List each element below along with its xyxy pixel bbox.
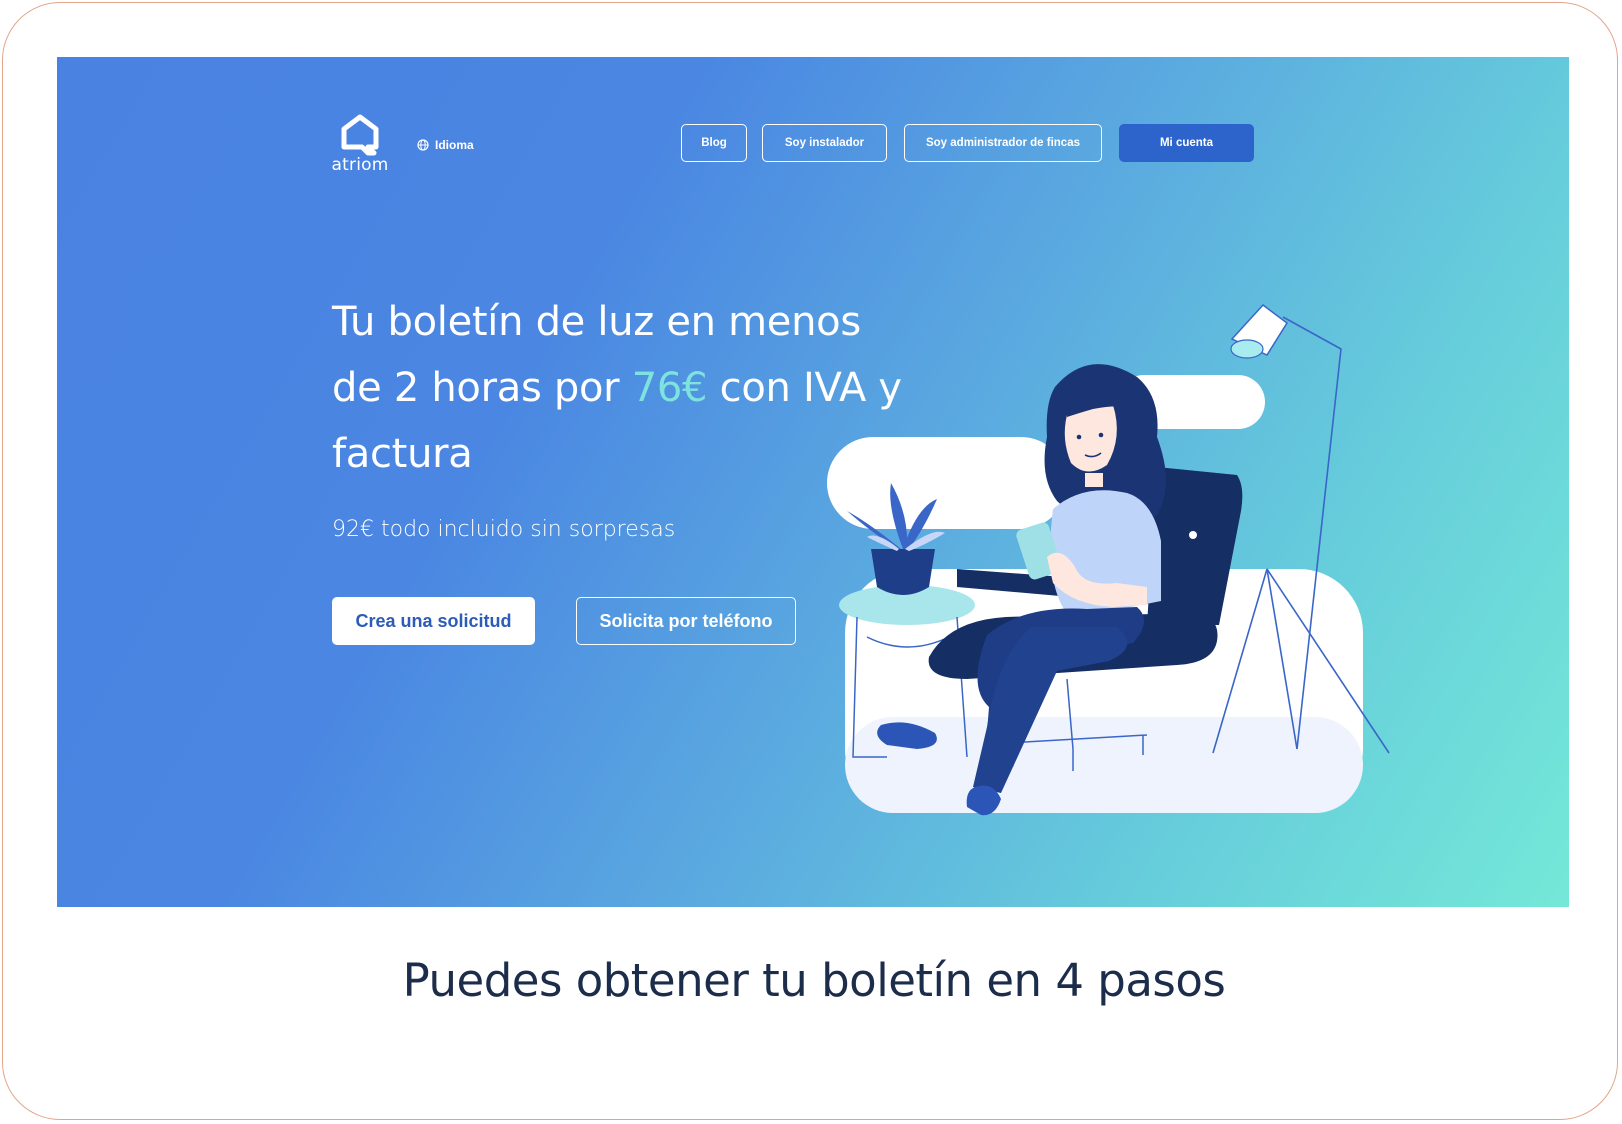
plant-pot [871, 549, 935, 595]
hero-subtitle: 92€ todo incluido sin sorpresas [332, 517, 676, 542]
language-label: Idioma [435, 138, 474, 152]
cloud-pill-left [827, 437, 1067, 529]
chair-button [1189, 531, 1197, 539]
create-request-button[interactable]: Crea una solicitud [332, 597, 535, 645]
atriom-logo-icon [341, 114, 379, 156]
brand-name: atriom [331, 155, 389, 175]
hero-illustration [827, 303, 1390, 816]
woman-neck [1085, 473, 1103, 487]
woman-eye-right [1098, 432, 1104, 438]
nav-blog-button[interactable]: Blog [681, 124, 747, 162]
nav-account-button[interactable]: Mi cuenta [1119, 124, 1254, 162]
brand-logo[interactable]: atriom [328, 113, 392, 177]
hero-section: atriom Idioma Blog Soy instalador Soy ad… [57, 57, 1569, 907]
globe-icon [417, 139, 429, 151]
lamp-bulb [1230, 339, 1264, 359]
woman-eye-left [1076, 434, 1082, 440]
section-title-viewport: Puedes obtener tu boletín en 4 pasos [3, 943, 1617, 1073]
browser-frame: atriom Idioma Blog Soy instalador Soy ad… [2, 2, 1618, 1120]
nav-admin-button[interactable]: Soy administrador de fincas [904, 124, 1102, 162]
language-selector[interactable]: Idioma [417, 138, 474, 152]
steps-section-title: Puedes obtener tu boletín en 4 pasos [402, 954, 1226, 1007]
headline-price: 76€ [631, 365, 708, 411]
phone-request-button[interactable]: Solicita por teléfono [576, 597, 796, 645]
nav-installer-button[interactable]: Soy instalador [762, 124, 887, 162]
